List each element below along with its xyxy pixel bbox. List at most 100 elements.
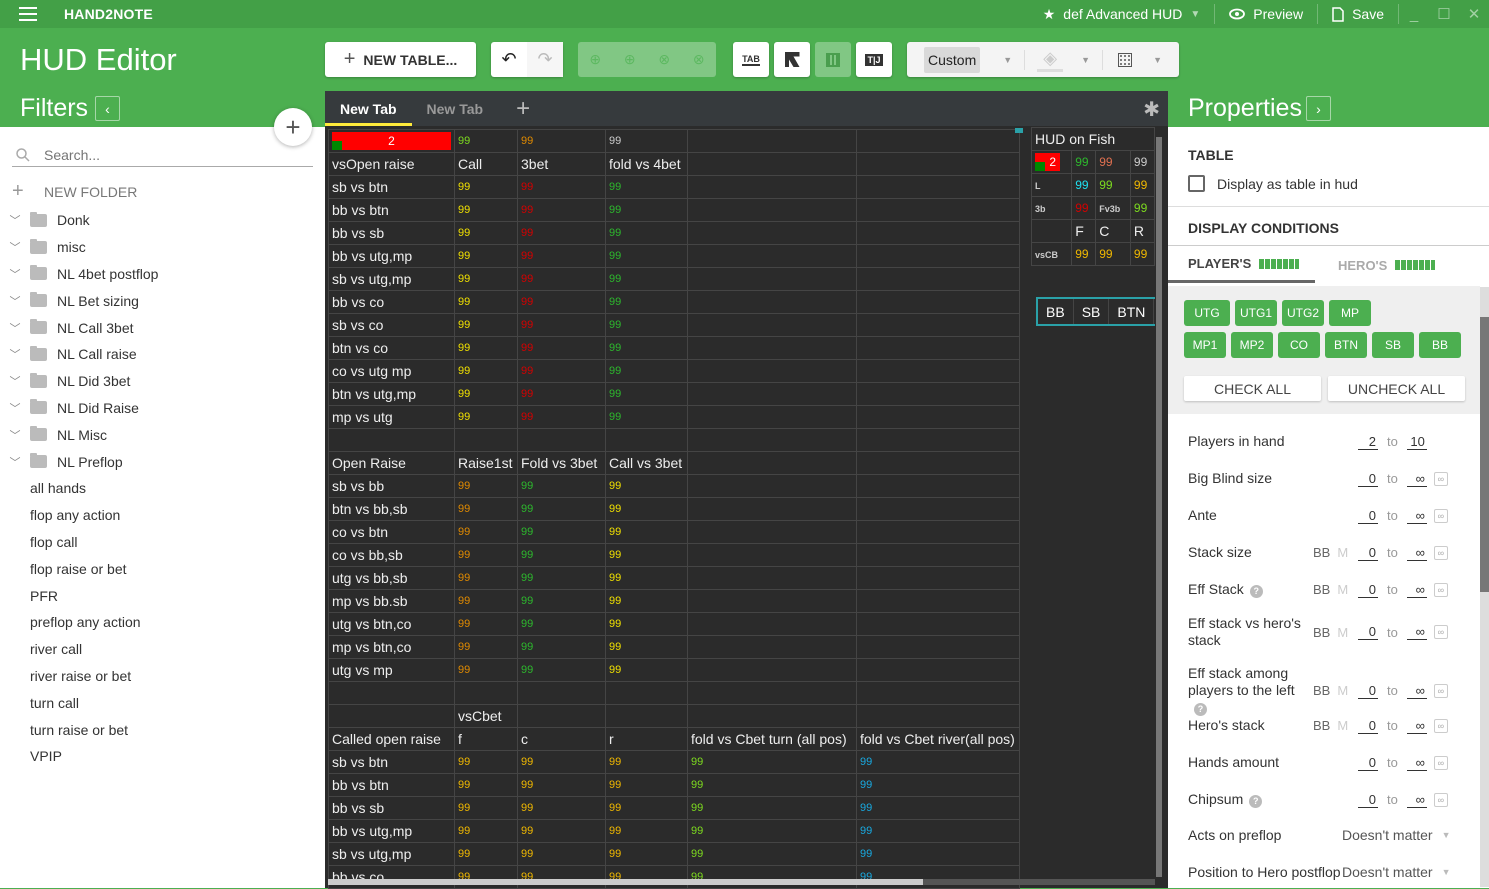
display-as-table-checkbox[interactable]: Display as table in hud	[1188, 175, 1358, 192]
stat-value[interactable]: 99	[517, 750, 606, 774]
header-cell[interactable]: f	[454, 727, 518, 751]
stat-value[interactable]: 99	[454, 819, 518, 843]
stat-value[interactable]: 99	[605, 198, 688, 222]
stat-value[interactable]: 99	[517, 221, 606, 245]
add-tab-button[interactable]: +	[516, 95, 530, 123]
row-label[interactable]: sb vs btn	[328, 750, 455, 774]
stat-value[interactable]: 99	[454, 267, 518, 291]
row-label[interactable]: bb vs btn	[328, 198, 455, 222]
unit-bb[interactable]: BB	[1313, 683, 1330, 698]
table-cell[interactable]	[856, 267, 1020, 291]
fill-color-select[interactable]: ◈ ▼	[1037, 48, 1090, 72]
position-toggle-utg2[interactable]: UTG2	[1282, 300, 1324, 326]
stat-value[interactable]: 99	[517, 566, 606, 590]
settings-icon[interactable]: ✱	[1143, 97, 1160, 122]
table-cell[interactable]: 2	[328, 129, 455, 153]
tab-button[interactable]: TAB	[733, 42, 769, 77]
stat-value[interactable]: 99	[687, 773, 857, 797]
folder-item[interactable]: ﹀ NL Preflop	[0, 448, 325, 475]
row-label[interactable]: co vs utg mp	[328, 359, 455, 383]
stat-value[interactable]: 99	[517, 382, 606, 406]
stat-value[interactable]: 99	[454, 129, 518, 153]
header-cell[interactable]	[856, 451, 1020, 475]
row-label[interactable]: co vs bb,sb	[328, 543, 455, 567]
table-cell[interactable]	[856, 428, 1020, 452]
table-cell[interactable]	[517, 428, 606, 452]
chevron-down-icon[interactable]: ﹀	[0, 266, 30, 282]
table-cell[interactable]	[687, 244, 857, 268]
stat-value[interactable]: 99	[454, 474, 518, 498]
table-cell[interactable]	[856, 336, 1020, 360]
position-toggle-btn[interactable]: BTN	[1325, 332, 1367, 358]
collapse-properties-button[interactable]: ›	[1306, 96, 1331, 121]
table-cell[interactable]	[687, 635, 857, 659]
stat-value[interactable]: 99	[454, 543, 518, 567]
row-label[interactable]: sb vs utg,mp	[328, 842, 455, 866]
undo-button[interactable]: ↶	[491, 42, 527, 77]
table-cell[interactable]	[454, 681, 518, 705]
row-label[interactable]: bb vs btn	[328, 773, 455, 797]
stat-value[interactable]: 99	[605, 842, 688, 866]
preview-button[interactable]: Preview	[1215, 4, 1319, 24]
stat-value[interactable]: 99	[687, 842, 857, 866]
stat-value[interactable]: 99	[605, 773, 688, 797]
stat-value[interactable]: 99	[517, 543, 606, 567]
stat-value[interactable]: 99	[454, 221, 518, 245]
hud-cell[interactable]: 99	[1071, 173, 1097, 197]
stat-value[interactable]: 99	[856, 750, 1020, 774]
hud-cell[interactable]: 99	[1095, 173, 1131, 197]
infinity-toggle-icon[interactable]: ∞	[1433, 625, 1448, 639]
table-cell[interactable]	[605, 428, 688, 452]
table-cell[interactable]	[856, 359, 1020, 383]
table-cell[interactable]	[856, 290, 1020, 314]
table-cell[interactable]	[687, 313, 857, 337]
hud-cell[interactable]: 3b	[1030, 196, 1073, 220]
table-cell[interactable]	[856, 244, 1020, 268]
header-cell[interactable]	[517, 704, 606, 728]
stat-value[interactable]: 99	[605, 796, 688, 820]
hud-cell[interactable]: vsCB	[1030, 242, 1073, 266]
stat-value[interactable]: 99	[454, 520, 518, 544]
table-cell[interactable]	[687, 658, 857, 682]
stat-value[interactable]: 99	[517, 497, 606, 521]
hud-cell[interactable]: C	[1095, 219, 1131, 243]
table-cell[interactable]	[687, 267, 857, 291]
header-cell[interactable]	[687, 704, 857, 728]
table-cell[interactable]	[687, 382, 857, 406]
from-input[interactable]: 0	[1358, 683, 1378, 699]
header-cell[interactable]: Fold vs 3bet	[517, 451, 606, 475]
text-justify-button[interactable]: T|J	[856, 42, 892, 77]
table-cell[interactable]	[856, 474, 1020, 498]
table-cell[interactable]	[856, 129, 1020, 153]
table-cell[interactable]	[687, 290, 857, 314]
stat-value[interactable]: 99	[454, 566, 518, 590]
hud-cell[interactable]: L	[1030, 173, 1073, 197]
stat-value[interactable]: 99	[454, 336, 518, 360]
search-input[interactable]	[44, 146, 294, 163]
header-cell[interactable]: Called open raise	[328, 727, 455, 751]
unit-m[interactable]: M	[1337, 683, 1348, 698]
to-input[interactable]: 10	[1406, 434, 1427, 450]
stat-value[interactable]: 99	[454, 198, 518, 222]
header-cell[interactable]	[856, 152, 1020, 176]
hud-cell[interactable]: 99	[1129, 242, 1156, 266]
table-cell[interactable]	[856, 382, 1020, 406]
stat-value[interactable]: 99	[605, 175, 688, 199]
pattern-button[interactable]	[774, 42, 810, 77]
redo-button[interactable]: ↷	[527, 42, 563, 77]
stat-value[interactable]: 99	[605, 819, 688, 843]
table-cell[interactable]	[856, 221, 1020, 245]
filter-item[interactable]: VPIP	[0, 743, 325, 770]
row-label[interactable]: bb vs co	[328, 290, 455, 314]
hud-cell[interactable]: R	[1129, 219, 1156, 243]
unit-bb[interactable]: BB	[1313, 582, 1330, 597]
properties-scrollbar[interactable]	[1480, 287, 1489, 887]
filter-item[interactable]: flop raise or bet	[0, 555, 325, 582]
stat-value[interactable]: 99	[517, 198, 606, 222]
stat-value[interactable]: 99	[454, 658, 518, 682]
header-cell[interactable]: fold vs 4bet	[605, 152, 688, 176]
stat-value[interactable]: 99	[454, 382, 518, 406]
position-cell[interactable]: SB	[1074, 299, 1110, 324]
stat-value[interactable]: 99	[454, 359, 518, 383]
table-cell[interactable]	[687, 474, 857, 498]
